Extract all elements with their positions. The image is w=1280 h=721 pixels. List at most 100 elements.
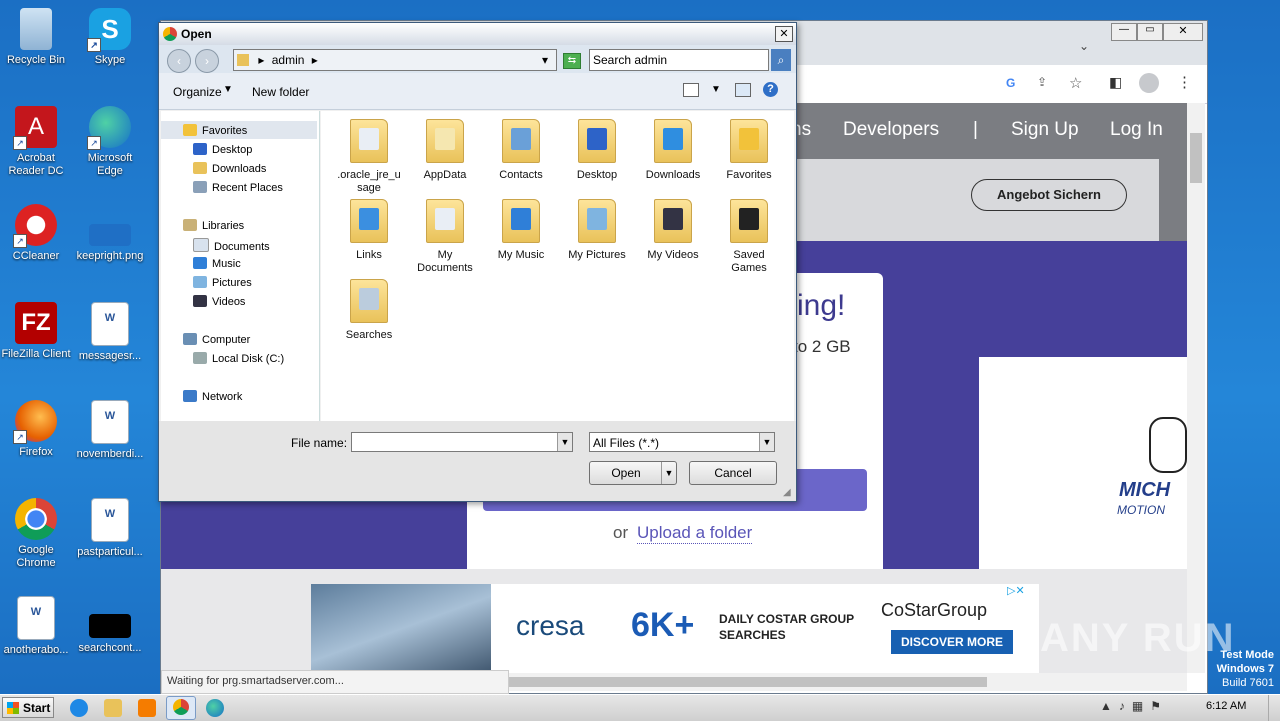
nav-desktop[interactable]: Desktop — [193, 143, 252, 156]
desktop-icon-edge[interactable]: ↗ Microsoft Edge — [74, 106, 146, 178]
resize-grip-icon[interactable]: ◢ — [783, 487, 791, 498]
start-button[interactable]: Start — [2, 697, 54, 718]
open-dropdown-icon[interactable]: ▼ — [661, 462, 676, 484]
volume-icon[interactable]: ♪ — [1119, 699, 1132, 713]
bookmark-star-icon[interactable]: ☆ — [1069, 74, 1082, 92]
google-lens-icon[interactable]: G — [1006, 76, 1015, 90]
tab-search-chevron-icon[interactable]: ⌄ — [1079, 39, 1089, 53]
close-window-button[interactable]: ✕ — [1163, 23, 1203, 41]
profile-avatar-icon[interactable] — [1139, 73, 1159, 93]
folder-item[interactable]: AppData — [409, 119, 481, 182]
address-history-dropdown-icon[interactable]: ▾ — [542, 50, 548, 70]
desktop-icon-firefox[interactable]: ↗ Firefox — [0, 400, 72, 459]
clock[interactable]: 6:12 AM — [1206, 700, 1246, 712]
nav-signup-link[interactable]: Sign Up — [1011, 119, 1079, 141]
nav-downloads[interactable]: Downloads — [193, 162, 266, 175]
breadcrumb-dropdown-icon[interactable]: ▸ — [312, 53, 318, 67]
desktop-icon-recycle-bin[interactable]: Recycle Bin — [0, 8, 72, 67]
file-name-dropdown-icon[interactable]: ▼ — [557, 433, 572, 451]
desktop-icon-skype[interactable]: S ↗ Skype — [74, 8, 146, 67]
nav-login-link[interactable]: Log In — [1110, 119, 1163, 141]
explorer-icon[interactable] — [104, 699, 122, 717]
network-tray-icon[interactable]: ▦ — [1132, 699, 1150, 713]
nav-music[interactable]: Music — [193, 257, 241, 270]
folder-item[interactable]: .oracle_jre_u sage — [333, 119, 405, 195]
discover-more-button[interactable]: DISCOVER MORE — [891, 630, 1013, 654]
chrome-taskbar-icon[interactable] — [166, 696, 196, 720]
open-button[interactable]: Open ▼ — [589, 461, 677, 485]
desktop-icon-keepright[interactable]: keepright.png — [74, 204, 146, 263]
angebot-sichern-button[interactable]: Angebot Sichern — [971, 179, 1127, 211]
view-dropdown-icon[interactable]: ▼ — [711, 84, 721, 95]
desktop-icon-anotherabo[interactable]: W anotherabo... — [0, 596, 72, 657]
edge-taskbar-icon[interactable] — [206, 699, 224, 717]
adchoices-icon[interactable]: ▷✕ — [1007, 584, 1025, 597]
ie-icon[interactable] — [70, 699, 88, 717]
share-icon[interactable]: ⇪ — [1037, 75, 1047, 89]
maximize-button[interactable]: ▭ — [1137, 23, 1163, 41]
file-name-input[interactable] — [351, 432, 573, 452]
show-desktop-button[interactable] — [1268, 695, 1280, 721]
media-player-icon[interactable] — [138, 699, 156, 717]
folder-item[interactable]: My Music — [485, 199, 557, 262]
h-scroll-thumb[interactable] — [507, 677, 987, 687]
nav-network[interactable]: Network — [183, 390, 242, 403]
help-icon[interactable]: ? — [763, 82, 778, 97]
back-arrow-icon[interactable]: ‹ — [167, 49, 191, 73]
breadcrumb-admin[interactable]: admin — [272, 53, 305, 67]
dialog-close-button[interactable]: ✕ — [775, 26, 793, 42]
search-icon[interactable]: ⌕ — [771, 49, 791, 71]
new-folder-button[interactable]: New folder — [252, 85, 309, 99]
nav-documents[interactable]: Documents — [193, 238, 270, 253]
desktop-icon-acrobat[interactable]: A ↗ Acrobat Reader DC — [0, 106, 72, 178]
nav-recent-places[interactable]: Recent Places — [193, 181, 283, 194]
view-options-icon[interactable] — [683, 83, 699, 97]
folder-item[interactable]: Favorites — [713, 119, 785, 182]
nav-local-disk[interactable]: Local Disk (C:) — [193, 352, 284, 365]
folder-item[interactable]: My Pictures — [561, 199, 633, 262]
nav-favorites[interactable]: Favorites — [183, 124, 247, 137]
breadcrumb-bar[interactable]: ▸ admin ▸ ▾ — [233, 49, 557, 71]
desktop-icon-novemberdi[interactable]: W novemberdi... — [74, 400, 146, 461]
folder-item[interactable]: Links — [333, 199, 405, 262]
tray-expand-icon[interactable]: ▲ — [1100, 699, 1119, 713]
scroll-thumb[interactable] — [1190, 133, 1202, 183]
cresa-banner-ad[interactable]: cresa 6K+ DAILY COSTAR GROUP SEARCHES Co… — [311, 584, 1039, 674]
minimize-button[interactable]: — — [1111, 23, 1137, 41]
folder-item[interactable]: Contacts — [485, 119, 557, 182]
desktop-icon-messages[interactable]: W messagesr... — [74, 302, 146, 363]
search-input[interactable]: Search admin — [589, 49, 769, 71]
desktop-icon-searchcont[interactable]: searchcont... — [74, 596, 146, 655]
folder-item[interactable]: Desktop — [561, 119, 633, 182]
desktop-icon-filezilla[interactable]: FZ FileZilla Client — [0, 302, 72, 361]
folder-item[interactable]: Searches — [333, 279, 405, 342]
nav-libraries[interactable]: Libraries — [183, 219, 244, 232]
breadcrumb-chevron-icon[interactable]: ▸ — [258, 53, 264, 67]
file-type-dropdown-icon[interactable]: ▼ — [759, 433, 774, 451]
organize-dropdown-icon[interactable]: ▼ — [223, 84, 233, 95]
desktop-icon-chrome[interactable]: Google Chrome — [0, 498, 72, 570]
cancel-button[interactable]: Cancel — [689, 461, 777, 485]
forward-arrow-icon[interactable]: › — [195, 49, 219, 73]
menu-kebab-icon[interactable]: ⋮ — [1177, 73, 1192, 91]
side-panel-icon[interactable]: ◧ — [1109, 74, 1122, 91]
nav-developers-link[interactable]: Developers — [843, 119, 939, 141]
folder-item[interactable]: Downloads — [637, 119, 709, 182]
nav-videos[interactable]: Videos — [193, 295, 245, 308]
desktop-icon-pastparticul[interactable]: W pastparticul... — [74, 498, 146, 559]
desktop-icon-ccleaner[interactable]: ↗ CCleaner — [0, 204, 72, 263]
right-side-ad[interactable]: MICH MOTION — [979, 357, 1187, 589]
preview-pane-icon[interactable] — [735, 83, 751, 97]
folder-item[interactable]: My Videos — [637, 199, 709, 262]
flag-icon[interactable]: ⚑ — [1150, 699, 1168, 713]
nav-pictures[interactable]: Pictures — [193, 276, 252, 289]
folder-item[interactable]: My Documents — [409, 199, 481, 275]
horizontal-scrollbar[interactable] — [507, 673, 1187, 691]
file-type-select[interactable]: All Files (*.*) — [589, 432, 775, 452]
refresh-icon[interactable]: ⇆ — [563, 53, 581, 69]
organize-menu[interactable]: Organize — [173, 85, 222, 99]
folder-item[interactable]: Saved Games — [713, 199, 785, 275]
nav-computer[interactable]: Computer — [183, 333, 250, 346]
vertical-scrollbar[interactable] — [1187, 103, 1205, 673]
upload-folder-link[interactable]: Upload a folder — [637, 523, 753, 544]
